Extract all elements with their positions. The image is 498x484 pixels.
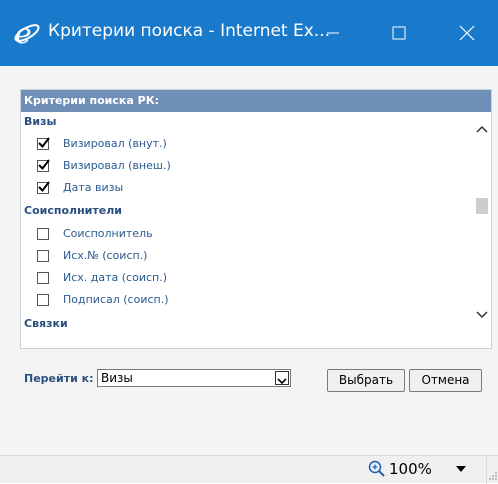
list-item[interactable]: Исх. дата (соисп.) [37, 271, 457, 289]
close-icon [459, 25, 475, 41]
checkbox-icon [38, 137, 50, 149]
checkbox-data-vizy[interactable] [37, 181, 50, 194]
close-button[interactable] [444, 10, 490, 56]
list-item[interactable]: Дата визы [37, 181, 457, 199]
group-title-vizy: Визы [24, 115, 57, 128]
checkbox-icon [38, 181, 50, 193]
content-area: Критерии поиска РК: Визы Визировал (внут… [0, 66, 498, 455]
maximize-icon [392, 26, 406, 40]
item-label: Соисполнитель [63, 227, 153, 240]
checkbox-soispolnitel[interactable] [37, 228, 49, 240]
resize-grip-icon[interactable] [486, 470, 498, 482]
goto-label: Перейти к: [24, 372, 94, 385]
zoom-dropdown-icon[interactable] [455, 465, 467, 473]
checkbox-icon [38, 159, 50, 171]
list-item[interactable]: Визировал (внеш.) [37, 159, 457, 177]
scroll-thumb[interactable] [476, 198, 488, 214]
minimize-icon [327, 32, 339, 34]
goto-select-value: Визы [101, 371, 133, 385]
list-scrollbar[interactable] [473, 112, 491, 348]
goto-select[interactable]: Визы [97, 369, 291, 387]
scroll-up-icon[interactable] [475, 124, 489, 134]
dropdown-arrow-icon [277, 378, 287, 385]
search-criteria-panel: Критерии поиска РК: Визы Визировал (внут… [20, 89, 492, 349]
title-bar[interactable]: e Критерии поиска - Internet Ex... [0, 0, 498, 66]
item-label: Визировал (внут.) [63, 137, 167, 150]
minimize-button[interactable] [310, 10, 356, 56]
group-title-svyazki: Связки [24, 317, 68, 330]
cancel-button[interactable]: Отмена [409, 369, 482, 392]
list-item[interactable]: Исх.№ (соисп.) [37, 249, 457, 267]
checkbox-vizir-vnesh[interactable] [37, 159, 50, 172]
group-title-soispolniteli: Соисполнители [24, 204, 122, 217]
list-item[interactable]: Подписал (соисп.) [37, 293, 457, 311]
item-label: Исх.№ (соисп.) [63, 249, 148, 262]
zoom-level[interactable]: 100% [389, 460, 432, 478]
browser-popup-window: e Критерии поиска - Internet Ex... Крите… [0, 0, 498, 484]
panel-header: Критерии поиска РК: [21, 90, 491, 112]
dropdown-arrow-button[interactable] [275, 371, 289, 385]
select-button[interactable]: Выбрать [327, 369, 405, 392]
zoom-icon[interactable] [367, 459, 387, 479]
item-label: Подписал (соисп.) [63, 293, 169, 306]
status-bar: 100% [0, 455, 498, 484]
checkbox-ish-nomer[interactable] [37, 250, 49, 262]
checkbox-vizir-vnut[interactable] [37, 137, 50, 150]
scroll-down-icon[interactable] [475, 310, 489, 320]
item-label: Визировал (внеш.) [63, 159, 171, 172]
checkbox-podpisal[interactable] [37, 294, 49, 306]
maximize-button[interactable] [376, 10, 422, 56]
item-label: Исх. дата (соисп.) [63, 271, 168, 284]
ie-logo-icon: e [14, 20, 40, 46]
criteria-list[interactable]: Визы Визировал (внут.) Визировал (внеш.)… [21, 112, 473, 348]
list-item[interactable]: Визировал (внут.) [37, 137, 457, 155]
item-label: Дата визы [63, 181, 124, 194]
list-item[interactable]: Соисполнитель [37, 227, 457, 245]
checkbox-ish-data[interactable] [37, 272, 49, 284]
window-title: Критерии поиска - Internet Ex... [48, 21, 331, 41]
